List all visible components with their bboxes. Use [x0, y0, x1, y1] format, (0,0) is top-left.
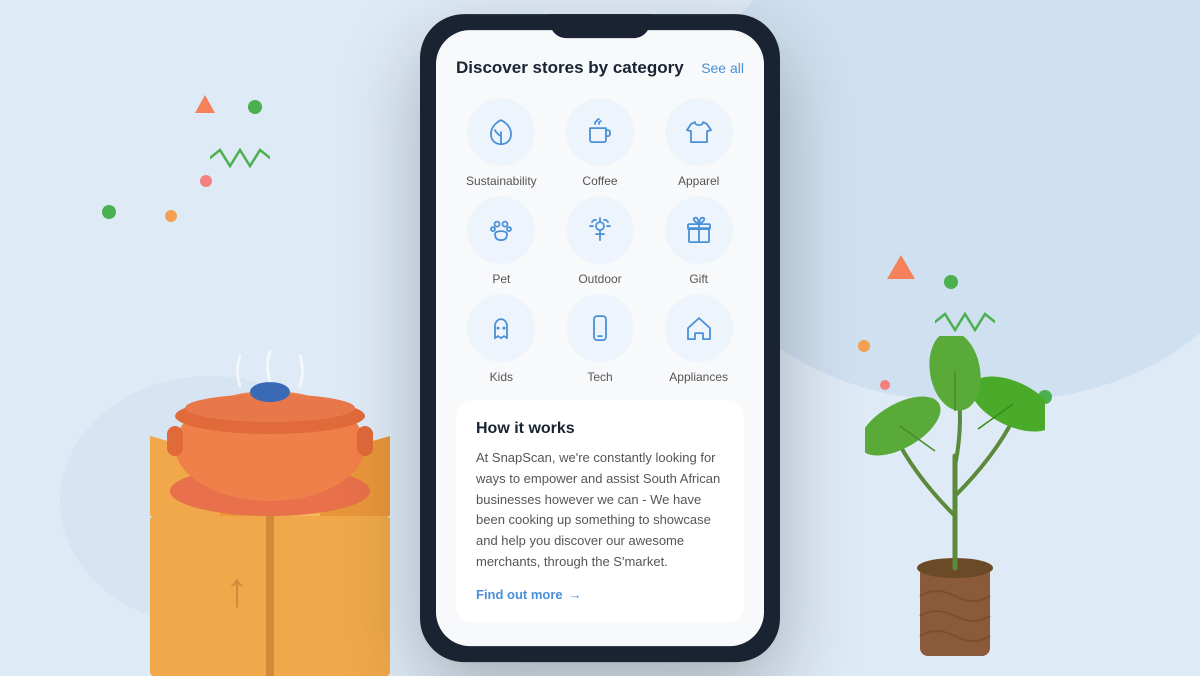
zigzag-right	[935, 312, 995, 332]
category-outdoor[interactable]: Outdoor	[555, 196, 646, 286]
apparel-icon-circle	[665, 98, 733, 166]
find-out-more-arrow: →	[569, 587, 582, 602]
kids-label: Kids	[490, 370, 513, 384]
triangle-right	[887, 255, 915, 279]
triangle-left	[195, 95, 215, 113]
category-pet[interactable]: Pet	[456, 196, 547, 286]
coffee-icon-circle	[566, 98, 634, 166]
apparel-label: Apparel	[678, 174, 719, 188]
dot-pink-1	[200, 175, 212, 187]
dot-green-3	[944, 275, 958, 289]
gift-icon-circle	[665, 196, 733, 264]
sustainability-icon-circle	[467, 98, 535, 166]
home-icon	[683, 312, 715, 344]
ghost-icon	[485, 312, 517, 344]
category-sustainability[interactable]: Sustainability	[456, 98, 547, 188]
category-coffee[interactable]: Coffee	[555, 98, 646, 188]
pet-label: Pet	[492, 272, 510, 286]
category-apparel[interactable]: Apparel	[653, 98, 744, 188]
box-illustration: ↑	[110, 336, 430, 676]
see-all-link[interactable]: See all	[701, 60, 744, 76]
appliances-icon-circle	[665, 294, 733, 362]
gift-label: Gift	[689, 272, 708, 286]
find-out-more-link[interactable]: Find out more →	[476, 587, 724, 602]
pet-icon-circle	[467, 196, 535, 264]
paw-icon	[485, 214, 517, 246]
category-grid: Sustainability Coffee	[456, 98, 744, 384]
outdoor-label: Outdoor	[578, 272, 621, 286]
how-it-works-body: At SnapScan, we're constantly looking fo…	[476, 448, 724, 573]
gift-icon	[683, 214, 715, 246]
shirt-icon	[683, 116, 715, 148]
coffee-icon	[584, 116, 616, 148]
outdoor-icon-circle	[566, 196, 634, 264]
svg-text:↑: ↑	[225, 564, 249, 617]
sustainability-label: Sustainability	[466, 174, 537, 188]
phone-notch	[550, 14, 650, 38]
phone-icon	[584, 312, 616, 344]
plant-illustration	[865, 336, 1045, 676]
leaf-icon	[485, 116, 517, 148]
appliances-label: Appliances	[669, 370, 728, 384]
screen-header: Discover stores by category See all	[456, 58, 744, 78]
outdoor-icon	[584, 214, 616, 246]
dot-green-2	[102, 205, 116, 219]
phone-frame: Discover stores by category See all Sust…	[420, 14, 780, 662]
find-out-more-text: Find out more	[476, 587, 563, 602]
how-it-works-title: How it works	[476, 420, 724, 438]
coffee-label: Coffee	[582, 174, 617, 188]
phone-screen: Discover stores by category See all Sust…	[436, 30, 764, 646]
dot-orange-1	[165, 210, 177, 222]
how-it-works-card: How it works At SnapScan, we're constant…	[456, 400, 744, 622]
category-gift[interactable]: Gift	[653, 196, 744, 286]
zigzag-left	[210, 148, 270, 168]
tech-icon-circle	[566, 294, 634, 362]
dot-green-1	[248, 100, 262, 114]
category-appliances[interactable]: Appliances	[653, 294, 744, 384]
category-kids[interactable]: Kids	[456, 294, 547, 384]
discover-title: Discover stores by category	[456, 58, 684, 78]
phone-mockup: Discover stores by category See all Sust…	[420, 14, 780, 662]
category-tech[interactable]: Tech	[555, 294, 646, 384]
kids-icon-circle	[467, 294, 535, 362]
tech-label: Tech	[587, 370, 612, 384]
